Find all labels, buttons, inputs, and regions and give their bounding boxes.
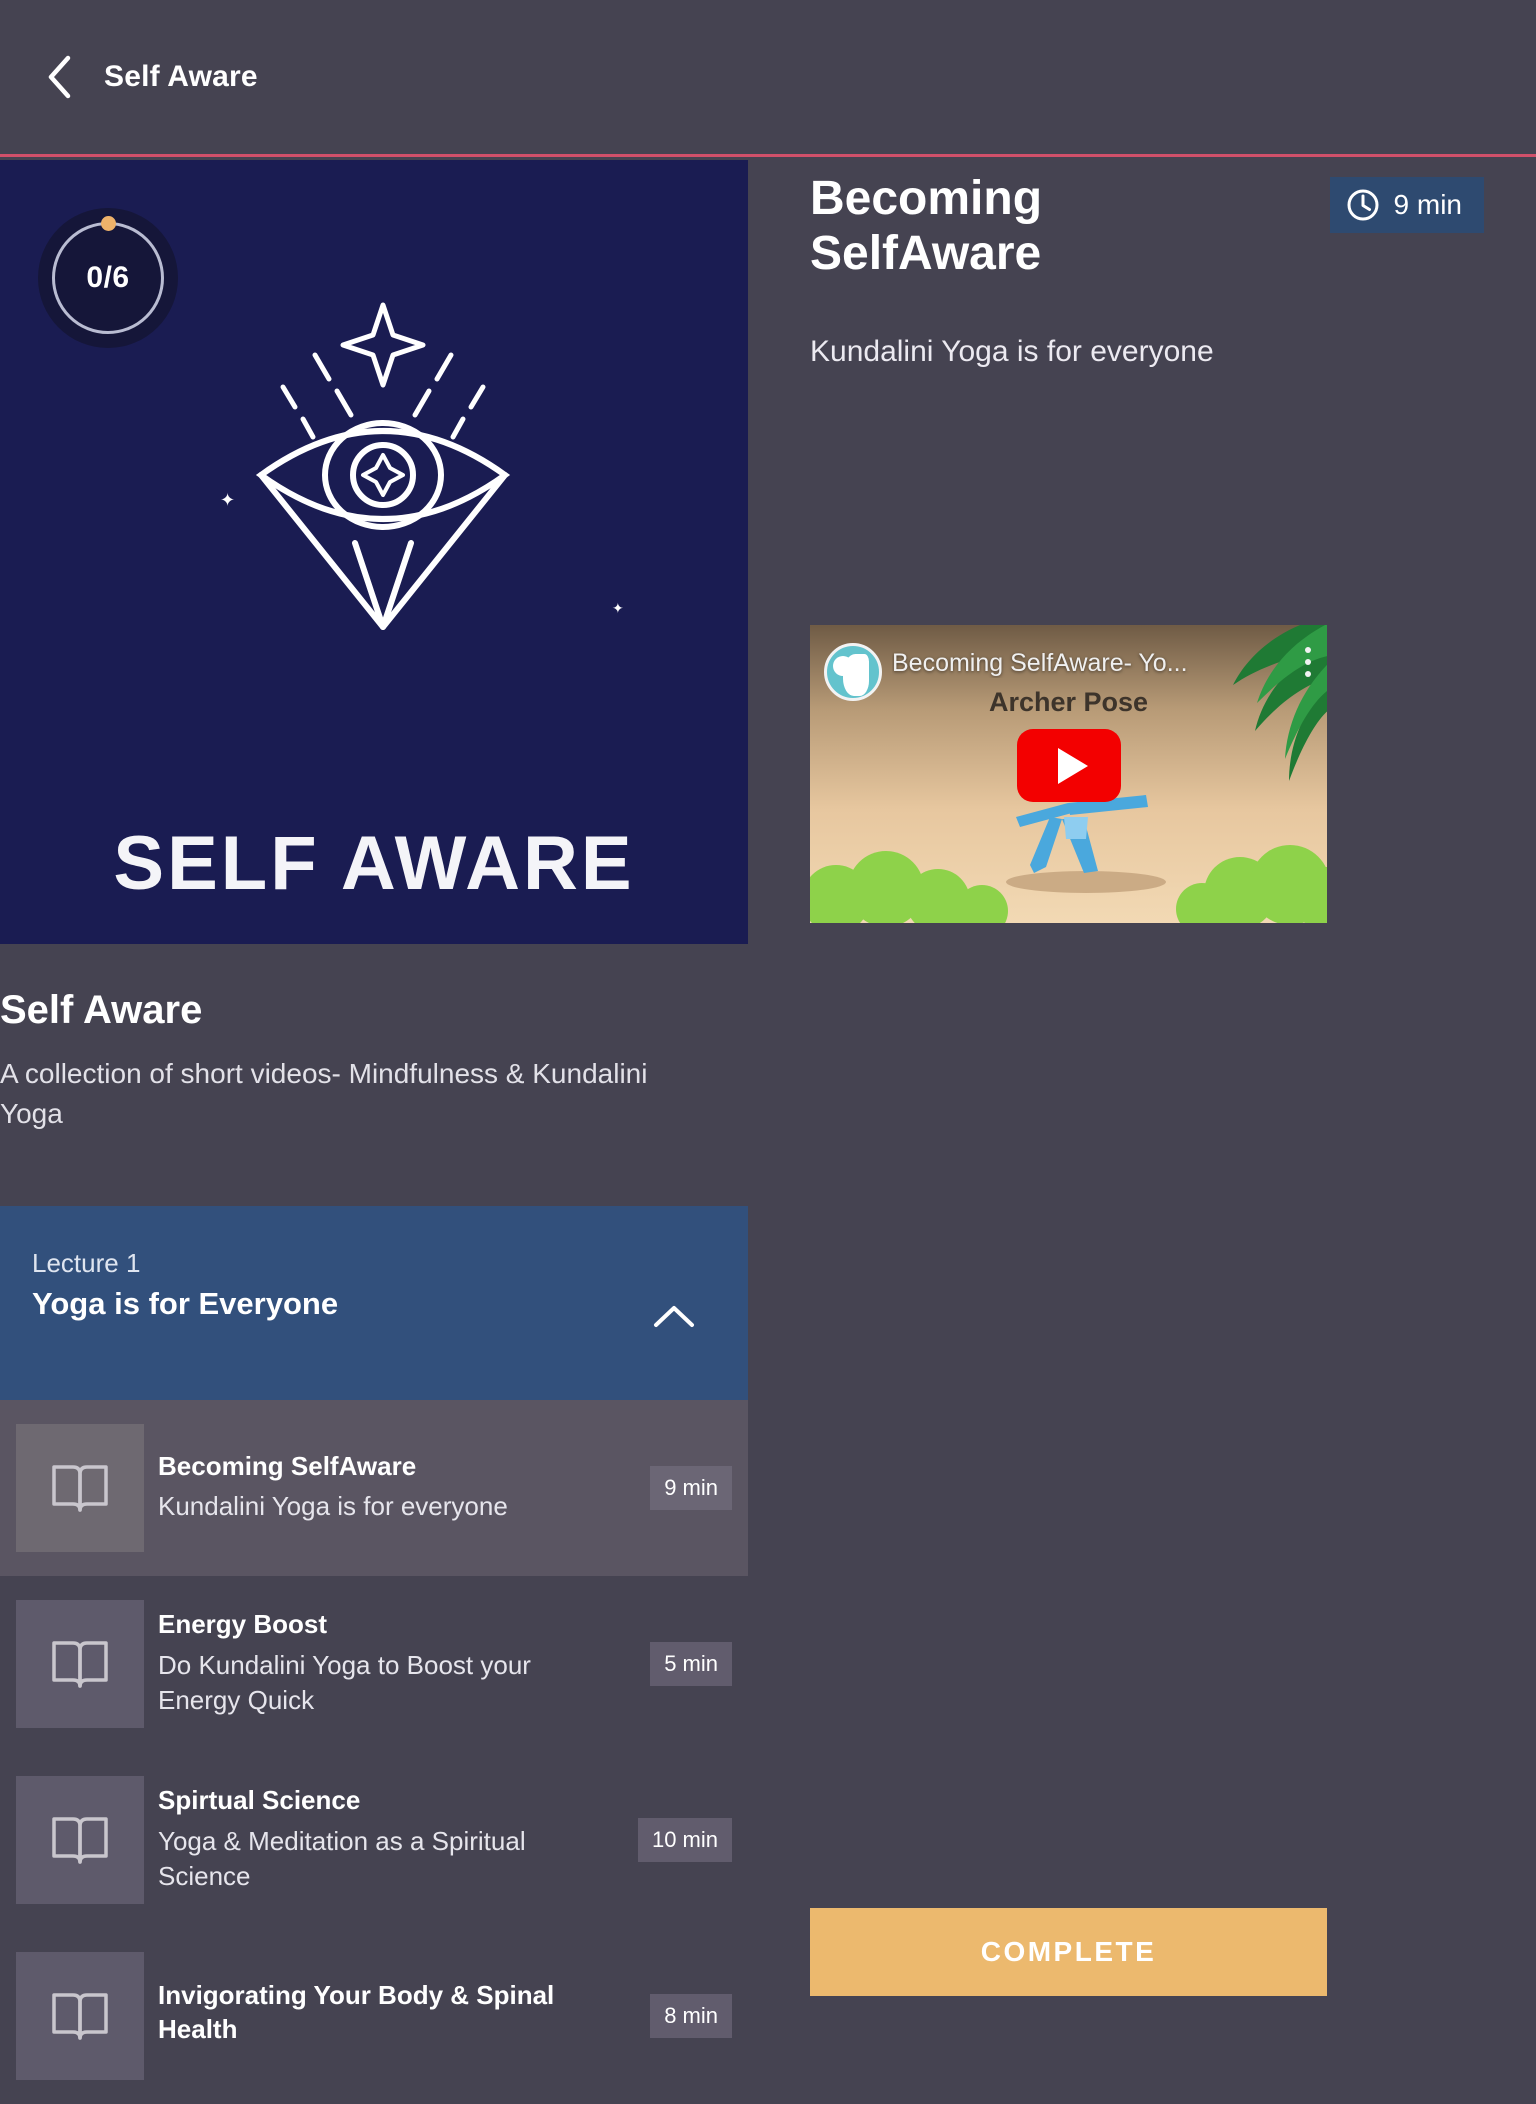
list-item[interactable]: Spirtual Science Yoga & Meditation as a … [0, 1752, 748, 1928]
course-panel: 0/6 ✦ ✦ ✦ SEL [0, 160, 748, 2080]
lesson-thumbnail [16, 1423, 144, 1552]
list-item[interactable]: Energy Boost Do Kundalini Yoga to Boost … [0, 1576, 748, 1752]
video-title: Becoming SelfAware- Yo... [892, 649, 1188, 677]
lecture-number: Lecture 1 [32, 1247, 141, 1278]
lesson-title: Spirtual Science [158, 1784, 361, 1815]
lesson-subtitle: Kundalini Yoga is for everyone [158, 1491, 508, 1522]
sparkle-decoration: ✦ [220, 490, 236, 510]
list-item[interactable]: Invigorating Your Body & Spinal Health 8… [0, 1928, 748, 2104]
lesson-text: Becoming SelfAware Kundalini Yoga is for… [158, 1450, 650, 1526]
lesson-detail-subtitle: Kundalini Yoga is for everyone [810, 335, 1214, 369]
kebab-menu-icon[interactable] [1305, 647, 1311, 683]
video-overlay-text: Archer Pose [988, 687, 1149, 717]
duration-chip: 9 min [1329, 177, 1484, 233]
lesson-title: Energy Boost [158, 1608, 328, 1639]
lesson-subtitle: Yoga & Meditation as a Spiritual Science [158, 1825, 526, 1892]
progress-count: 0/6 [86, 261, 130, 294]
lesson-thumbnail [16, 1599, 144, 1728]
video-player-embed[interactable]: Becoming SelfAware- Yo... Archer Pose [810, 625, 1327, 923]
book-icon [52, 1464, 108, 1512]
lecture-title: Yoga is for Everyone [32, 1285, 339, 1321]
back-button[interactable] [24, 42, 94, 112]
page-title: Self Aware [104, 60, 258, 93]
chevron-left-icon [48, 55, 71, 99]
book-icon [52, 1816, 108, 1864]
book-icon [52, 1992, 108, 2040]
course-title: Self Aware [0, 988, 203, 1032]
bushes-decoration [810, 845, 1327, 923]
app-bar: Self Aware [0, 0, 1536, 157]
course-hero-banner: 0/6 ✦ ✦ ✦ SEL [0, 160, 748, 944]
lesson-subtitle: Do Kundalini Yoga to Boost your Energy Q… [158, 1649, 531, 1716]
duration-chip-label: 9 min [1393, 189, 1462, 220]
lesson-text: Spirtual Science Yoga & Meditation as a … [158, 1784, 638, 1896]
course-summary: Self Aware A collection of short videos-… [0, 944, 748, 1134]
progress-ring-marker [101, 216, 116, 231]
complete-button[interactable]: COMPLETE [810, 1908, 1327, 1996]
lesson-detail-panel: Becoming SelfAware Kundalini Yoga is for… [748, 160, 1536, 2048]
lesson-thumbnail [16, 1951, 144, 2080]
content-area: 0/6 ✦ ✦ ✦ SEL [0, 160, 1536, 2080]
course-description: A collection of short videos- Mindfulnes… [0, 1058, 648, 1129]
lesson-text: Invigorating Your Body & Spinal Health [158, 1979, 650, 2053]
book-icon [52, 1640, 108, 1688]
all-seeing-eye-icon [255, 302, 511, 630]
lesson-detail-header: Becoming SelfAware Kundalini Yoga is for… [748, 160, 1536, 369]
play-button-icon[interactable] [1017, 729, 1121, 802]
chevron-up-icon[interactable] [652, 1302, 696, 1330]
lesson-duration-badge: 9 min [650, 1465, 732, 1510]
lesson-thumbnail [16, 1775, 144, 1904]
lesson-title: Invigorating Your Body & Spinal Health [158, 1979, 555, 2044]
lesson-title: Becoming SelfAware [158, 1450, 417, 1481]
hero-wordmark: SELF AWARE [113, 821, 635, 906]
sparkle-decoration: ✦ [612, 600, 624, 616]
clock-icon [1347, 189, 1379, 221]
lesson-duration-badge: 5 min [650, 1641, 732, 1686]
play-triangle [1058, 747, 1088, 784]
lesson-duration-badge: 10 min [637, 1817, 732, 1862]
lesson-text: Energy Boost Do Kundalini Yoga to Boost … [158, 1608, 650, 1720]
lesson-duration-badge: 8 min [650, 1993, 732, 2038]
lesson-detail-title: Becoming SelfAware [810, 172, 1043, 280]
lecture-accordion-header[interactable]: Lecture 1 Yoga is for Everyone [0, 1205, 748, 1400]
progress-ring: 0/6 [38, 208, 178, 348]
list-item[interactable]: Becoming SelfAware Kundalini Yoga is for… [0, 1399, 748, 1576]
